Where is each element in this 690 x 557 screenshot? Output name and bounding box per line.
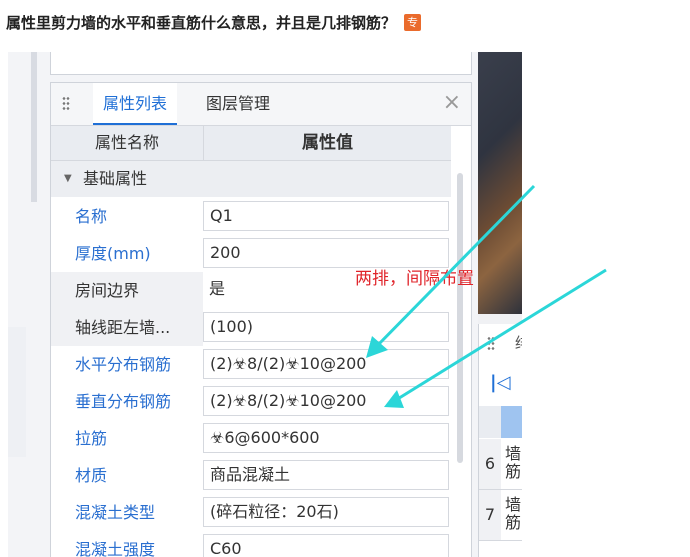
arrow-to-horizontal-rebar	[366, 184, 536, 358]
annotation-arrows	[366, 184, 607, 408]
arrow-to-vertical-rebar	[384, 268, 607, 408]
